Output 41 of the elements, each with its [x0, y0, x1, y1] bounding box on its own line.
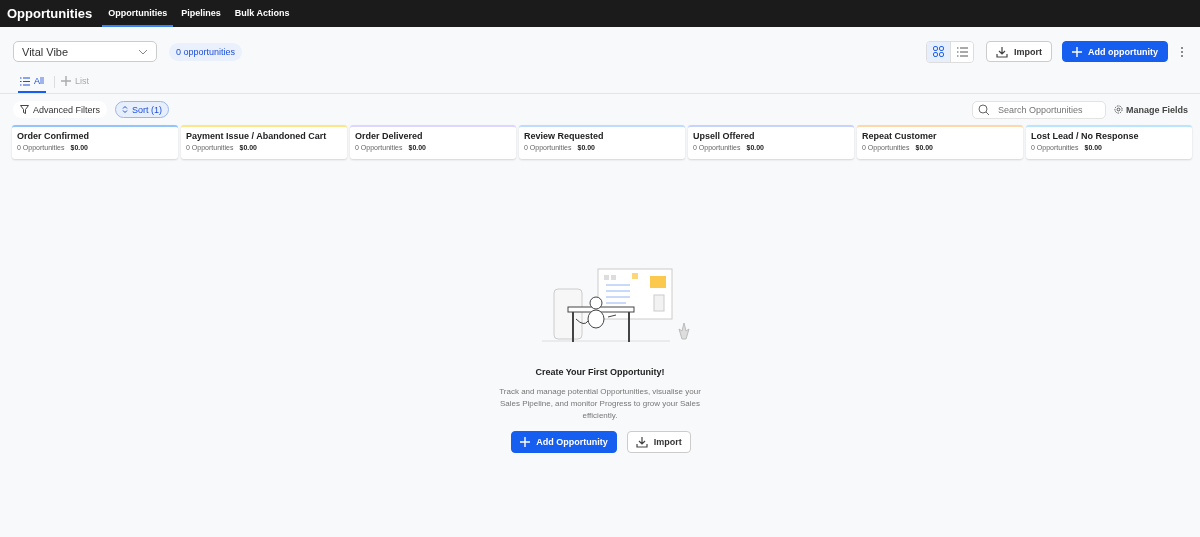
stage-name: Order Delivered [355, 131, 424, 141]
empty-state-title: Create Your First Opportunity! [535, 367, 665, 377]
list-icon [20, 76, 30, 86]
grid-icon [933, 46, 944, 57]
filter-icon [20, 105, 29, 114]
advanced-filters-button[interactable]: Advanced Filters [13, 101, 108, 118]
chevron-icon [138, 48, 148, 55]
stage-name: Lost Lead / No Response [1031, 131, 1140, 141]
search-field[interactable]: Search Opportunities [972, 100, 1106, 119]
plus-icon [61, 76, 71, 86]
download-icon [635, 436, 648, 448]
select-value: Vital Vibe [22, 45, 69, 58]
sort-icon [122, 105, 129, 114]
view-toggle-button[interactable] [927, 41, 950, 62]
more-icon[interactable] [1180, 45, 1184, 58]
empty-state-description: Track and manage potential Opportunities, visualise your Sales Pipeline, and monitor Progress to grow your Sales efficiently. [498, 386, 702, 422]
page-title: Opportunities [7, 6, 93, 21]
pipeline-select[interactable]: Vital Vibe [13, 41, 157, 62]
stage-name: Review Requested [524, 131, 605, 141]
sort-button[interactable]: Sort (1) [115, 101, 170, 118]
stage-name: Payment Issue / Abandoned Cart [186, 131, 328, 141]
import-button[interactable]: Import [626, 431, 691, 453]
stage-name: Repeat Customer [862, 131, 938, 141]
import-button[interactable]: Import [986, 41, 1052, 62]
manage-fields-button[interactable]: Manage Fields [1114, 104, 1188, 115]
nav-tab[interactable]: Pipelines [175, 0, 227, 27]
list-icon [956, 46, 968, 57]
nav-tab[interactable]: Bulk Actions [228, 0, 296, 27]
stage-name: Upsell Offered [693, 131, 756, 141]
stage-name: Order Confirmed [17, 131, 90, 141]
nav-tab[interactable]: Opportunities [102, 0, 174, 27]
view-toggle-button[interactable] [950, 41, 973, 62]
download-icon [996, 45, 1008, 58]
search-icon [978, 103, 990, 116]
add-opportunity-button[interactable]: Add opportunity [1062, 41, 1168, 62]
add-opportunity-button[interactable]: Add Opportunity [511, 431, 617, 453]
plus-icon [520, 437, 531, 447]
plus-icon [1072, 46, 1082, 57]
settings-icon [1114, 105, 1123, 114]
view-tab[interactable]: All [18, 71, 46, 93]
count-badge: 0 opportunities [169, 42, 243, 61]
